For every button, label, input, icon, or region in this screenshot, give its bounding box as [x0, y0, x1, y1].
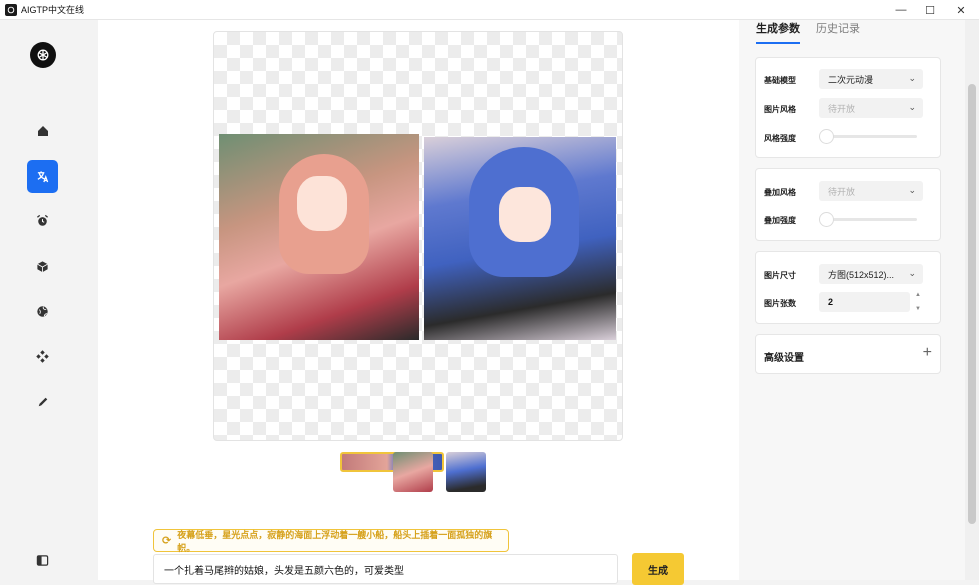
chevron-down-icon: ⌄ [908, 73, 916, 83]
count-stepper[interactable]: ▲ ▼ [913, 292, 923, 312]
thumbnail-image-2[interactable] [446, 452, 486, 492]
base-model-value: 二次元动漫 [828, 74, 874, 85]
maximize-button[interactable]: ☐ [913, 0, 947, 20]
alarm-icon[interactable] [27, 204, 58, 237]
overlay-strength-slider[interactable] [819, 212, 917, 227]
scrollbar[interactable] [965, 20, 979, 580]
base-model-select[interactable]: 二次元动漫 ⌄ [819, 69, 923, 89]
style-strength-label: 风格强度 [764, 134, 796, 143]
chevron-down-icon: ⌄ [908, 268, 916, 278]
chevron-down-icon: ⌄ [908, 185, 916, 195]
image-size-select[interactable]: 方图(512x512)... ⌄ [819, 264, 923, 284]
advanced-settings[interactable]: 高级设置 + [755, 334, 941, 374]
main-content: ⟳ 夜幕低垂，星光点点，寂静的海面上浮动着一艘小船，船头上插着一面孤独的旗帜。 … [98, 20, 739, 585]
translate-icon[interactable] [27, 160, 58, 193]
image-style-value: 待开放 [828, 103, 856, 114]
app-logo-icon [5, 3, 17, 16]
panel-toggle-icon[interactable] [27, 544, 58, 577]
pen-icon[interactable] [27, 385, 58, 418]
refresh-icon[interactable]: ⟳ [162, 534, 171, 547]
openai-logo-icon[interactable] [30, 42, 56, 68]
base-model-label: 基础模型 [764, 76, 796, 85]
overlay-strength-label: 叠加强度 [764, 216, 796, 225]
slider-handle[interactable] [819, 129, 834, 144]
image-size-value: 方图(512x512)... [828, 269, 895, 280]
image-preview [213, 31, 623, 441]
stepper-down-icon[interactable]: ▼ [915, 306, 921, 312]
home-icon[interactable] [27, 114, 58, 147]
overlay-style-select[interactable]: 待开放 ⌄ [819, 181, 923, 201]
prompt-suggestion[interactable]: ⟳ 夜幕低垂，星光点点，寂静的海面上浮动着一艘小船，船头上插着一面孤独的旗帜。 [153, 529, 509, 553]
window-title: AIGTP中文在线 [21, 5, 85, 15]
model-settings-card: 基础模型 二次元动漫 ⌄ 图片风格 待开放 ⌄ 风格强度 [755, 57, 941, 158]
image-count-input[interactable]: 2 [819, 292, 910, 312]
gamepad-icon[interactable] [27, 340, 58, 373]
globe-icon[interactable] [27, 295, 58, 328]
overlay-settings-card: 叠加风格 待开放 ⌄ 叠加强度 [755, 168, 941, 241]
size-settings-card: 图片尺寸 方图(512x512)... ⌄ 图片张数 2 ▲ ▼ [755, 251, 941, 324]
tab-generate-params[interactable]: 生成参数 [756, 20, 800, 44]
overlay-style-label: 叠加风格 [764, 188, 796, 197]
advanced-settings-label: 高级设置 [764, 353, 804, 364]
plus-icon[interactable]: + [923, 344, 932, 362]
stepper-up-icon[interactable]: ▲ [915, 292, 921, 298]
generate-button[interactable]: 生成 [632, 553, 684, 585]
generated-image-2[interactable] [424, 137, 616, 340]
close-button[interactable]: ✕ [944, 0, 978, 20]
tab-history[interactable]: 历史记录 [816, 20, 860, 42]
character-face [499, 187, 551, 242]
chevron-down-icon: ⌄ [908, 102, 916, 112]
image-count-label: 图片张数 [764, 299, 796, 308]
generated-image-1[interactable] [219, 134, 419, 340]
image-size-label: 图片尺寸 [764, 271, 796, 280]
settings-panel: 生成参数 历史记录 基础模型 二次元动漫 ⌄ 图片风格 待开放 ⌄ 风格强度 叠… [739, 20, 965, 580]
cube-icon[interactable] [27, 250, 58, 283]
slider-handle[interactable] [819, 212, 834, 227]
character-face [297, 176, 347, 231]
suggestion-text: 夜幕低垂，星光点点，寂静的海面上浮动着一艘小船，船头上插着一面孤独的旗帜。 [177, 529, 493, 553]
thumbnail-image-1[interactable] [393, 452, 433, 492]
image-style-label: 图片风格 [764, 105, 796, 114]
style-strength-slider[interactable] [819, 129, 917, 144]
scrollbar-thumb[interactable] [968, 84, 976, 524]
image-style-select[interactable]: 待开放 ⌄ [819, 98, 923, 118]
title-bar: AIGTP中文在线 — ☐ ✕ [0, 0, 979, 20]
overlay-style-value: 待开放 [828, 186, 856, 197]
sidebar [0, 20, 84, 580]
